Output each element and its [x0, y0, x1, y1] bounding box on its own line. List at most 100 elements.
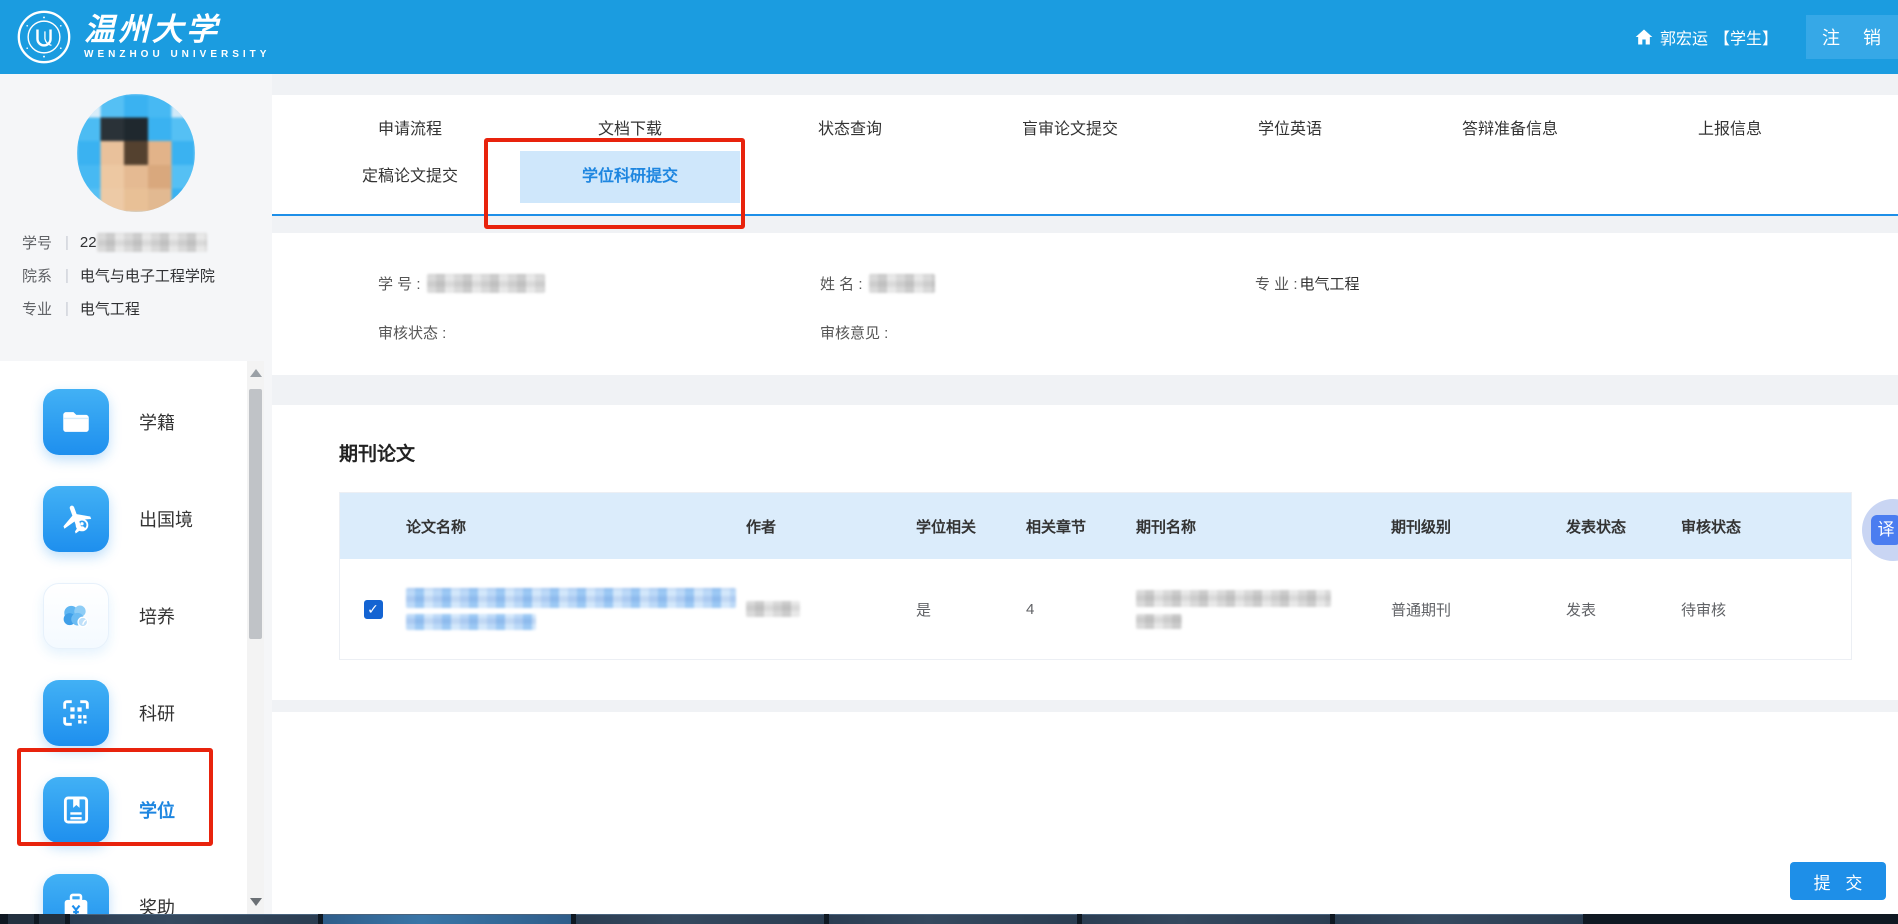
tab-wendangxiazai[interactable]: 文档下载 [520, 107, 740, 151]
paper-title-cell[interactable] [406, 588, 746, 630]
tab-dabianzhunbeixinxi[interactable]: 答辩准备信息 [1400, 107, 1620, 151]
sidebar-item-label: 学位 [139, 797, 175, 823]
user-role: 【学生】 [1714, 25, 1778, 49]
sidebar-item-label: 学籍 [139, 409, 175, 435]
related-chapters-value: 4 [1026, 601, 1136, 618]
university-logo: 温州大学 WENZHOU UNIVERSITY [16, 9, 270, 65]
os-taskbar [0, 914, 1898, 924]
translate-icon: 译 [1871, 515, 1898, 545]
student-no-redacted [97, 233, 207, 252]
submit-button[interactable]: 提 交 [1790, 862, 1886, 900]
sidebar-item-label: 培养 [139, 603, 175, 629]
col-author: 作者 [746, 516, 916, 537]
university-seal-icon [16, 9, 72, 65]
tab-mangshenlunwentijiao[interactable]: 盲审论文提交 [960, 107, 1180, 151]
cloud-icon [43, 583, 109, 649]
name-label: 姓 名 : [820, 273, 863, 294]
screen: 温州大学 WENZHOU UNIVERSITY 郭宏运 【学生】 注 销 [0, 0, 1898, 924]
taskbar-window-button[interactable] [1082, 914, 1330, 924]
taskbar-window-button[interactable] [1335, 914, 1583, 924]
journal-name-redacted-line2 [1136, 614, 1182, 629]
logout-button[interactable]: 注 销 [1806, 15, 1898, 59]
avatar [77, 94, 195, 212]
sidebar-item-xuewei[interactable]: 学位 [0, 761, 250, 858]
profile-student-no: 学号 | 22 [0, 232, 272, 253]
content: 学号 | 22 院系 | 电气与电子工程学院 专业 | 电气工程 [0, 74, 1898, 914]
sidebar-item-label: 出国境 [139, 506, 193, 532]
col-publish-status: 发表状态 [1566, 516, 1681, 537]
name-value-redacted [869, 274, 935, 293]
journal-table: 论文名称 作者 学位相关 相关章节 期刊名称 期刊级别 发表状态 审核状态 [339, 492, 1852, 660]
col-paper-title: 论文名称 [406, 516, 746, 537]
qrcode-icon [43, 680, 109, 746]
review-opinion-label: 审核意见 : [820, 322, 888, 343]
taskbar-window-button[interactable] [576, 914, 824, 924]
student-info-panel: 学 号 : 姓 名 : 专 业 : 电气工程 审核状态 : [272, 233, 1898, 375]
sidebar-item-label: 奖助 [139, 894, 175, 915]
tab-shangbaoxinxi[interactable]: 上报信息 [1620, 107, 1840, 151]
folder-icon [43, 389, 109, 455]
abroad-plane-icon [43, 486, 109, 552]
publish-status-value: 发表 [1566, 599, 1681, 620]
university-name: 温州大学 [84, 14, 270, 45]
scroll-up-arrow-icon[interactable] [250, 369, 262, 377]
col-journal-level: 期刊级别 [1391, 516, 1566, 537]
journal-level-value: 普通期刊 [1391, 599, 1566, 620]
user-name: 郭宏运 [1660, 25, 1708, 49]
main-area: 申请流程 文档下载 状态查询 盲审论文提交 学位英语 答辩准备信息 上报信息 定… [272, 74, 1898, 914]
scroll-down-arrow-icon[interactable] [250, 898, 262, 906]
sidebar: 学号 | 22 院系 | 电气与电子工程学院 专业 | 电气工程 [0, 74, 272, 914]
tab-zhuangtaichaxun[interactable]: 状态查询 [740, 107, 960, 151]
student-no-prefix: 22 [80, 234, 97, 251]
table-header-row: 论文名称 作者 学位相关 相关章节 期刊名称 期刊级别 发表状态 审核状态 [340, 493, 1851, 559]
sidebar-scrollbar[interactable] [247, 361, 264, 914]
footer-panel: 提 交 [272, 712, 1898, 914]
major-label: 专 业 : [1255, 273, 1298, 294]
user-area: 郭宏运 【学生】 注 销 [1634, 0, 1898, 74]
col-degree-related: 学位相关 [916, 516, 1026, 537]
journal-papers-panel: 期刊论文 论文名称 作者 学位相关 相关章节 期刊名称 期刊级别 发表状态 审核… [272, 405, 1898, 700]
section-title: 期刊论文 [339, 439, 1852, 466]
university-name-en: WENZHOU UNIVERSITY [84, 49, 270, 60]
tab-bar: 申请流程 文档下载 状态查询 盲审论文提交 学位英语 答辩准备信息 上报信息 定… [272, 95, 1898, 216]
taskbar-window-button[interactable] [829, 914, 1077, 924]
paper-title-redacted-line2 [406, 614, 536, 630]
col-related-chapters: 相关章节 [1026, 516, 1136, 537]
scrollbar-thumb[interactable] [249, 389, 262, 639]
app-header: 温州大学 WENZHOU UNIVERSITY 郭宏运 【学生】 注 销 [0, 0, 1898, 74]
student-no-label: 学 号 : [378, 273, 421, 294]
tab-xueweiyingyu[interactable]: 学位英语 [1180, 107, 1400, 151]
profile-card: 学号 | 22 院系 | 电气与电子工程学院 专业 | 电气工程 [0, 74, 272, 361]
tab-shenqingliucheng[interactable]: 申请流程 [300, 107, 520, 151]
sidebar-item-xueji[interactable]: 学籍 [0, 373, 250, 470]
sidebar-item-keyan[interactable]: 科研 [0, 664, 250, 761]
author-redacted [746, 601, 800, 617]
degree-related-value: 是 [916, 599, 1026, 620]
sidebar-item-label: 科研 [139, 700, 175, 726]
table-row: 是 4 普通期刊 发表 待审核 [340, 559, 1851, 659]
sidebar-item-peiyang[interactable]: 培养 [0, 567, 250, 664]
student-no-value-redacted [427, 274, 545, 293]
award-money-icon [43, 874, 109, 915]
profile-department: 院系 | 电气与电子工程学院 [0, 265, 272, 286]
major-value: 电气工程 [1300, 273, 1360, 294]
row-checkbox[interactable] [364, 600, 383, 619]
home-icon[interactable] [1634, 27, 1654, 47]
sidebar-menu: 学籍 出国境 培养 科 [0, 361, 250, 914]
tab-xueweikeyantijiao[interactable]: 学位科研提交 [520, 151, 740, 203]
review-status-value: 待审核 [1681, 599, 1851, 620]
sidebar-item-jiangzhu[interactable]: 奖助 [0, 858, 250, 914]
col-review-status: 审核状态 [1681, 516, 1851, 537]
taskbar-window-button[interactable] [323, 914, 571, 924]
sidebar-item-chuguojing[interactable]: 出国境 [0, 470, 250, 567]
paper-title-redacted-line1 [406, 588, 736, 608]
taskbar-window-button[interactable] [70, 914, 318, 924]
tab-dinggaolunwentijiao[interactable]: 定稿论文提交 [300, 151, 520, 203]
taskbar-start-button[interactable] [8, 914, 34, 924]
profile-major: 专业 | 电气工程 [0, 298, 272, 319]
journal-name-redacted-line1 [1136, 590, 1331, 607]
degree-book-icon [43, 777, 109, 843]
col-journal-name: 期刊名称 [1136, 516, 1391, 537]
taskbar-icon[interactable] [39, 914, 65, 924]
review-status-label: 审核状态 : [378, 322, 446, 343]
